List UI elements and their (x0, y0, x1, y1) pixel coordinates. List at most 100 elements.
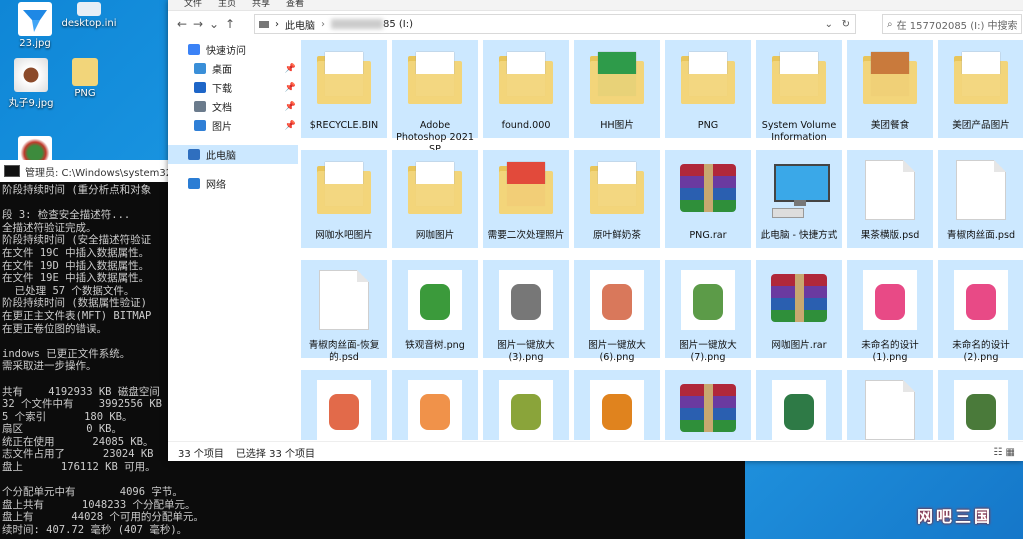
address-bar[interactable]: › 此电脑 › 85 (I:) ⌄ ↻ (254, 14, 856, 34)
file-item[interactable] (483, 370, 569, 440)
forward-arrow-icon[interactable]: → (190, 17, 206, 31)
file-item[interactable]: 图片一键放大(6).png (574, 260, 660, 363)
file-name: 此电脑 - 快捷方式 (760, 230, 838, 241)
up-arrow-icon[interactable]: ↑ (222, 17, 238, 31)
file-item[interactable]: 青椒肉丝面-恢复的.psd (301, 260, 387, 363)
explorer-window[interactable]: 文件 主页 共享 查看 ← → ⌄ ↑ › 此电脑 › 85 (I:) ⌄ ↻ … (168, 0, 1023, 461)
tab-share[interactable]: 共享 (252, 0, 270, 10)
desktop-icon-label: 丸子9.jpg (8, 98, 54, 109)
document-file-icon (950, 158, 1012, 220)
nav-item-computer[interactable]: 此电脑 (168, 145, 298, 164)
item-count: 33 个项目 (178, 448, 224, 460)
file-item[interactable]: 网咖图片 (392, 150, 478, 248)
nav-item-star[interactable]: 快速访问 (168, 40, 298, 59)
file-item[interactable]: 此电脑 - 快捷方式 (756, 150, 842, 248)
file-item[interactable]: Adobe Photoshop 2021 SP (392, 40, 478, 155)
nav-item-label: 网络 (206, 180, 226, 191)
image-thumbnail-icon (586, 378, 648, 440)
search-box[interactable]: ⌕ 在 157702085 (I:) 中搜索 (882, 14, 1022, 34)
cmd-line (2, 474, 745, 487)
file-item[interactable]: found.000 (483, 40, 569, 138)
file-item[interactable] (847, 370, 933, 440)
file-item[interactable]: 原叶鲜奶茶 (574, 150, 660, 248)
nav-item-label: 下载 (212, 84, 232, 95)
pin-icon: 📌 (284, 101, 296, 112)
folder-icon (72, 58, 98, 86)
file-item[interactable]: 未命名的设计(1).png (847, 260, 933, 363)
cmd-line: 续时间: 407.72 毫秒 (407 毫秒)。 (2, 524, 188, 537)
breadcrumb-drive[interactable]: 85 (I:) (383, 19, 413, 30)
refresh-icon[interactable]: ↻ (842, 19, 850, 30)
file-name: 美团餐食 (870, 120, 910, 131)
folder-icon (586, 48, 648, 110)
file-item[interactable]: 网咖图片.rar (756, 260, 842, 358)
nav-item-desktop[interactable]: 桌面 📌 (168, 59, 298, 78)
file-item[interactable]: 青椒肉丝面.psd (938, 150, 1023, 248)
image-thumbnail-icon (495, 378, 557, 440)
chevron-down-icon[interactable]: ⌄ (206, 17, 222, 31)
nav-item-picture[interactable]: 图片 📌 (168, 116, 298, 135)
nav-item-document[interactable]: 文档 📌 (168, 97, 298, 116)
tab-home[interactable]: 主页 (218, 0, 236, 10)
file-name: 青椒肉丝面.psd (946, 230, 1016, 241)
desktop-icon-label: desktop.ini (61, 18, 117, 29)
cmd-title: 管理员: C:\Windows\system32\cm (25, 167, 191, 179)
desktop-icon-png-folder[interactable]: PNG (54, 58, 116, 99)
file-item[interactable] (756, 370, 842, 440)
file-item[interactable]: $RECYCLE.BIN (301, 40, 387, 138)
file-item[interactable] (574, 370, 660, 440)
file-item[interactable] (392, 370, 478, 440)
file-item[interactable]: 铁观音树.png (392, 260, 478, 358)
file-name: 铁观音树.png (405, 340, 465, 351)
file-item[interactable]: 图片一键放大(3).png (483, 260, 569, 363)
back-arrow-icon[interactable]: ← (174, 17, 190, 31)
tab-view[interactable]: 查看 (286, 0, 304, 10)
image-thumbnail-icon (495, 268, 557, 330)
document-icon (194, 101, 206, 112)
file-name: $RECYCLE.BIN (309, 120, 379, 131)
image-thumbnail-icon (768, 378, 830, 440)
file-item[interactable]: 美团产品图片 (938, 40, 1023, 138)
drive-icon (259, 20, 269, 28)
file-name: PNG.rar (689, 230, 727, 241)
selected-count: 已选择 33 个项目 (235, 448, 315, 460)
rar-archive-icon (768, 268, 830, 330)
file-item[interactable]: PNG (665, 40, 751, 138)
tab-file[interactable]: 文件 (184, 0, 202, 10)
file-item[interactable]: HH图片 (574, 40, 660, 138)
file-item[interactable]: System Volume Information (756, 40, 842, 143)
image-thumbnail-icon (586, 268, 648, 330)
file-item[interactable] (665, 370, 751, 440)
search-placeholder: 在 157702085 (I:) 中搜索 (896, 20, 1018, 32)
file-name: 图片一键放大(7).png (679, 340, 737, 363)
file-item[interactable]: 图片一键放大(7).png (665, 260, 751, 363)
chevron-down-icon[interactable]: ⌄ (825, 19, 833, 30)
image-thumbnail-icon (950, 378, 1012, 440)
view-toggle-icon[interactable]: ☷ ▦ (993, 447, 1015, 458)
nav-item-download[interactable]: 下载 📌 (168, 78, 298, 97)
breadcrumb-pc[interactable]: 此电脑 (285, 17, 315, 32)
folder-icon (404, 158, 466, 220)
address-row: ← → ⌄ ↑ › 此电脑 › 85 (I:) ⌄ ↻ ⌕ 在 15770208… (168, 11, 1023, 37)
breadcrumb-sep: › (275, 18, 279, 30)
file-item[interactable]: 果茶横版.psd (847, 150, 933, 248)
desktop-icon-image[interactable]: 丸子9.jpg (0, 58, 62, 109)
file-item[interactable]: 美团餐食 (847, 40, 933, 138)
navigation-pane: 快速访问 桌面 📌 下载 📌 文档 📌 图片 📌 此电脑 网络 (168, 40, 298, 440)
desktop-icon-desktopini[interactable]: desktop.ini (54, 2, 124, 29)
file-item[interactable]: 网咖水吧图片 (301, 150, 387, 248)
nav-item-label: 文档 (212, 103, 232, 114)
file-item[interactable] (938, 370, 1023, 440)
settings-file-icon (77, 2, 101, 16)
file-name: 原叶鲜奶茶 (593, 230, 641, 241)
file-name: System Volume Information (761, 120, 837, 143)
cmd-line: 盘上共有 1048233 个分配单元。 (2, 498, 196, 511)
file-item[interactable]: 未命名的设计(2).png (938, 260, 1023, 363)
pin-icon: 📌 (284, 63, 296, 74)
file-item[interactable] (301, 370, 387, 440)
nav-item-network[interactable]: 网络 (168, 174, 298, 193)
file-item[interactable]: PNG.rar (665, 150, 751, 248)
status-bar: 33 个项目 已选择 33 个项目 ☷ ▦ (168, 441, 1023, 462)
nav-item-label: 此电脑 (206, 151, 236, 162)
file-item[interactable]: 需要二次处理照片 (483, 150, 569, 248)
